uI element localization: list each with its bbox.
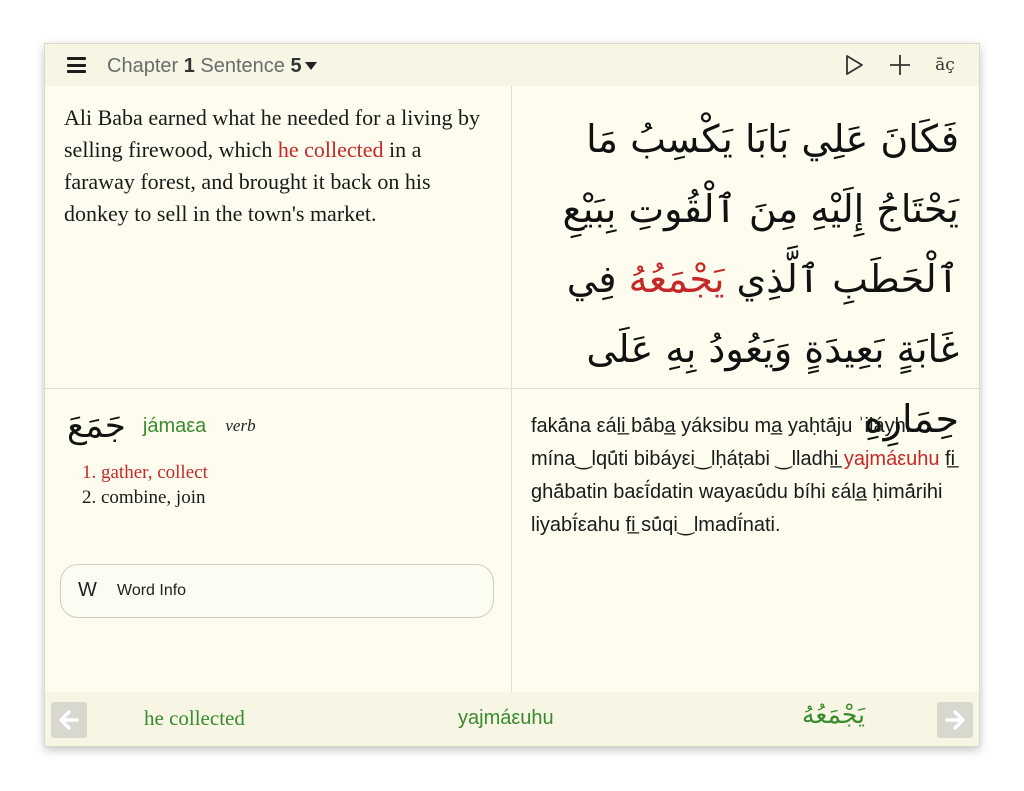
english-highlighted-phrase[interactable]: he collected	[278, 137, 384, 162]
sentence-label: Sentence	[200, 55, 285, 77]
meaning-item: 1. gather, collect	[82, 462, 208, 483]
hamburger-menu-icon[interactable]	[67, 57, 86, 73]
word-transliteration: jámaεa	[142, 414, 207, 437]
dropdown-triangle-icon[interactable]	[304, 62, 317, 70]
arrow-right-icon[interactable]	[937, 702, 973, 738]
word-info-icon: W	[78, 579, 97, 601]
bottom-transliteration: yajmáεuhu	[458, 707, 554, 729]
transliteration-highlighted-word[interactable]: yajmáεuhu	[844, 448, 940, 470]
meaning-item: 2. combine, join	[82, 487, 206, 508]
arabic-sentence: فَكَانَ عَلِي بَابَا يَكْسِبُ مَا يَحْتَ…	[562, 117, 959, 441]
sentence-number: 5	[290, 55, 302, 77]
chapter-sentence-selector[interactable]: Chapter 1 Sentence 5	[107, 53, 317, 79]
bottom-bar: he collected yajmáεuhu يَجْمَعُهُ	[45, 692, 979, 746]
app-window: Chapter 1 Sentence 5 āç Ali Baba earned …	[45, 44, 979, 746]
bottom-english: he collected	[144, 706, 245, 730]
plus-icon[interactable]	[887, 52, 913, 78]
chapter-number: 1	[183, 55, 195, 77]
arabic-highlighted-word[interactable]: يَجْمَعُهُ	[629, 257, 725, 301]
vertical-divider	[511, 86, 512, 692]
transliteration-icon[interactable]: āç	[932, 52, 958, 78]
word-arabic: جَمَعَ	[67, 406, 126, 446]
arrow-left-icon[interactable]	[51, 702, 87, 738]
transliteration-sentence: fakā́na εáli̲ bā́ba̲ yáksibu ma̲ yaḥtā́j…	[531, 415, 956, 536]
play-icon[interactable]	[841, 52, 867, 78]
word-meanings: 1. gather, collect 2. combine, join	[82, 460, 482, 510]
chapter-label: Chapter	[107, 55, 179, 77]
word-info-label: Word Info	[117, 582, 187, 599]
bottom-arabic: يَجْمَعُهُ	[801, 700, 865, 729]
top-toolbar: Chapter 1 Sentence 5 āç	[45, 44, 979, 86]
word-entry: جَمَعَ jámaεa verb	[67, 406, 487, 450]
word-info-button[interactable]: W Word Info	[60, 564, 494, 618]
english-sentence: Ali Baba earned what he needed for a liv…	[64, 105, 481, 226]
word-part-of-speech: verb	[225, 416, 256, 435]
